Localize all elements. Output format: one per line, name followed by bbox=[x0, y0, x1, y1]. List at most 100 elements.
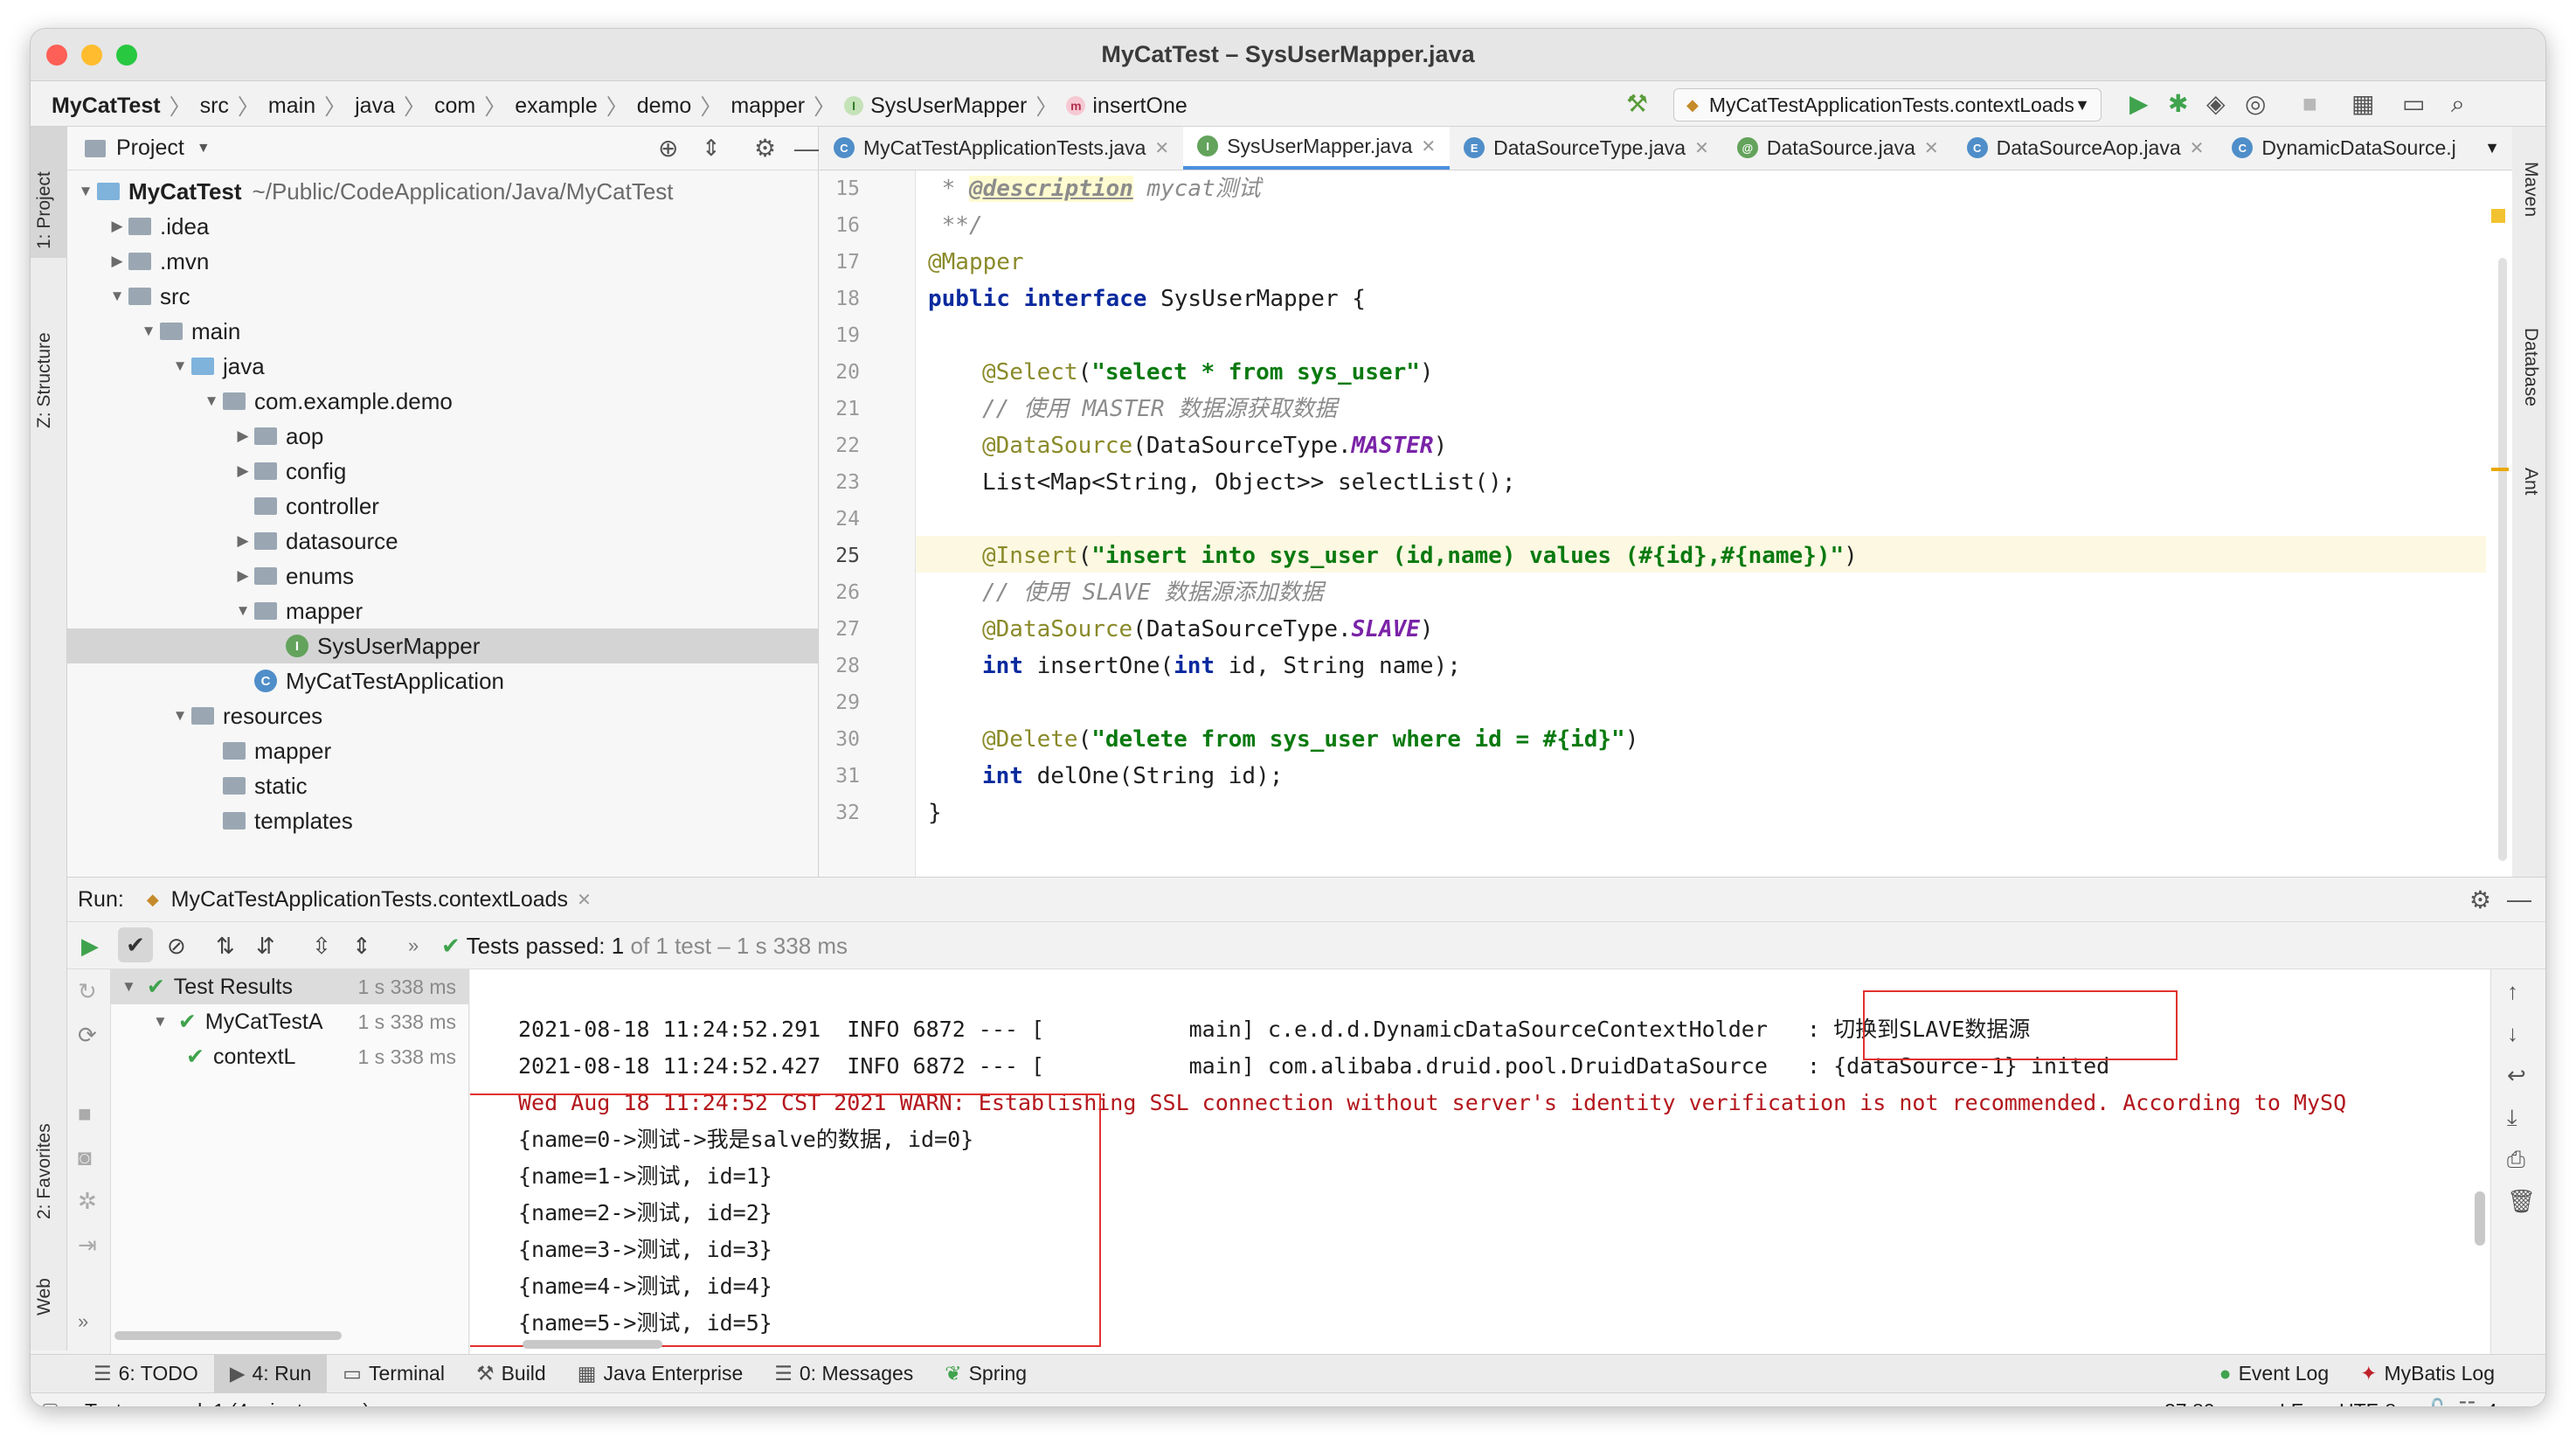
tool-tab-todo[interactable]: ☰ 6: TODO bbox=[78, 1355, 214, 1393]
close-icon[interactable]: ✕ bbox=[577, 889, 592, 911]
breadcrumb-item[interactable]: MyCatTest bbox=[52, 94, 161, 119]
exit-icon[interactable]: ⇥ bbox=[78, 1232, 97, 1259]
search-icon[interactable]: ⌕ bbox=[2451, 92, 2465, 116]
toggle-auto-test-icon[interactable]: ⟳ bbox=[78, 1022, 97, 1049]
close-icon[interactable]: ✕ bbox=[1924, 137, 1939, 159]
editor-tab-active[interactable]: I SysUserMapper.java ✕ bbox=[1183, 127, 1451, 170]
close-icon[interactable]: ✕ bbox=[1421, 135, 1436, 157]
tree-item[interactable]: ▼ src bbox=[67, 279, 818, 314]
tool-tab-web[interactable]: Web bbox=[34, 1278, 55, 1316]
tree-item[interactable]: mapper bbox=[67, 733, 818, 768]
rerun-failed-icon[interactable]: ↻ bbox=[78, 978, 97, 1005]
database-icon[interactable]: ☷ bbox=[2458, 1398, 2476, 1406]
print-icon[interactable]: ⎙ bbox=[2507, 1146, 2525, 1174]
breadcrumb-item[interactable]: main bbox=[268, 94, 315, 119]
coverage-icon[interactable]: ◈ bbox=[2206, 92, 2226, 116]
run-tab[interactable]: MyCatTestApplicationTests.contextLoads bbox=[171, 887, 568, 913]
tree-item[interactable]: static bbox=[67, 768, 818, 803]
tree-item[interactable]: ▼ main bbox=[67, 314, 818, 349]
code-area[interactable]: * @description mycat测试 **/ @Mapper publi… bbox=[916, 170, 2486, 877]
file-encoding[interactable]: UTF-8 bbox=[2339, 1399, 2396, 1406]
sort-duration-icon[interactable]: ⇵ bbox=[256, 933, 275, 960]
breadcrumb-item[interactable]: java bbox=[355, 94, 395, 119]
tool-tab-project[interactable]: 1: Project bbox=[34, 171, 55, 249]
editor-tab[interactable]: C DynamicDataSource.j bbox=[2218, 127, 2469, 170]
tool-tab-favorites[interactable]: 2: Favorites bbox=[34, 1123, 55, 1219]
tool-tab-structure[interactable]: Z: Structure bbox=[34, 332, 55, 428]
chevron-down-icon[interactable]: ▼ bbox=[197, 141, 211, 156]
tree-item[interactable]: ▶ .mvn bbox=[67, 244, 818, 279]
soft-wrap-icon[interactable]: ↩ bbox=[2507, 1062, 2526, 1089]
tool-tab-database[interactable]: Database bbox=[2520, 328, 2541, 406]
breadcrumb-item[interactable]: example bbox=[515, 94, 598, 119]
project-view-selector[interactable]: Project bbox=[116, 135, 184, 161]
down-arrow-icon[interactable]: ↓ bbox=[2507, 1020, 2518, 1047]
tool-tab-spring[interactable]: ❦ Spring bbox=[929, 1355, 1042, 1393]
rerun-icon[interactable]: ▶ bbox=[81, 933, 99, 960]
tool-tab-run[interactable]: ▶ 4: Run bbox=[213, 1354, 328, 1393]
close-icon[interactable]: ✕ bbox=[2190, 137, 2205, 159]
close-icon[interactable]: ✕ bbox=[1154, 137, 1169, 159]
locate-icon[interactable]: ⊕ bbox=[658, 134, 678, 163]
build-hammer-icon[interactable]: ⚒ bbox=[1626, 92, 1648, 116]
line-separator[interactable]: LF bbox=[2280, 1399, 2303, 1406]
tool-tab-maven[interactable]: Maven bbox=[2520, 162, 2541, 217]
breadcrumb-item[interactable]: m insertOne bbox=[1066, 94, 1188, 119]
lock-icon[interactable]: 🔓 bbox=[2425, 1398, 2450, 1406]
caret-position[interactable]: 37:80 bbox=[2164, 1399, 2215, 1406]
tree-item-root[interactable]: ▼ MyCatTest ~/Public/CodeApplication/Jav… bbox=[67, 174, 818, 209]
project-structure-icon[interactable]: ▦ bbox=[2351, 92, 2374, 116]
console-h-scrollbar[interactable] bbox=[523, 1340, 662, 1349]
tree-item[interactable]: controller bbox=[67, 489, 818, 524]
tree-item-selected[interactable]: I SysUserMapper bbox=[67, 628, 818, 663]
status-message[interactable]: Tests passed: 1 (4 minutes ago) bbox=[85, 1399, 370, 1406]
tree-item[interactable]: templates bbox=[67, 803, 818, 838]
test-class-item[interactable]: ▼ ✔ MyCatTestA 1 s 338 ms bbox=[111, 1004, 468, 1039]
tree-item[interactable]: ▶ datasource bbox=[67, 524, 818, 559]
test-method-item[interactable]: ✔ contextL 1 s 338 ms bbox=[111, 1039, 468, 1074]
editor-tab[interactable]: C DataSourceAop.java ✕ bbox=[1953, 127, 2219, 170]
tool-tab-event-log[interactable]: ● Event Log bbox=[2204, 1355, 2345, 1393]
editor-tab[interactable]: E DataSourceType.java ✕ bbox=[1450, 127, 1723, 170]
stop-icon[interactable]: ■ bbox=[2302, 92, 2317, 116]
tool-tab-mybatis-log[interactable]: ✦ MyBatis Log bbox=[2344, 1355, 2510, 1393]
breadcrumb-item[interactable]: com bbox=[434, 94, 475, 119]
run-icon[interactable]: ▶ bbox=[2129, 92, 2149, 116]
console-v-scrollbar[interactable] bbox=[2475, 1191, 2485, 1246]
tree-item[interactable]: ▶ config bbox=[67, 454, 818, 489]
tree-item[interactable]: C MyCatTestApplication bbox=[67, 663, 818, 698]
breadcrumb-item[interactable]: demo bbox=[637, 94, 692, 119]
results-scrollbar[interactable] bbox=[114, 1331, 342, 1340]
tree-item[interactable]: ▶ aop bbox=[67, 419, 818, 454]
collapse-all-icon[interactable]: ⇕ bbox=[702, 135, 721, 162]
tree-item[interactable]: ▼ java bbox=[67, 349, 818, 384]
console-output[interactable]: 2021-08-18 11:24:52.291 INFO 6872 --- [ … bbox=[470, 969, 2490, 1354]
hide-panel-icon[interactable]: — bbox=[2507, 885, 2531, 913]
tool-tab-messages[interactable]: ☰ 0: Messages bbox=[758, 1355, 929, 1393]
tool-tab-build[interactable]: ⚒ Build bbox=[460, 1355, 562, 1393]
debug-bug-icon[interactable]: ✱ bbox=[2168, 92, 2188, 116]
tree-item[interactable]: ▼ mapper bbox=[67, 594, 818, 628]
run-configuration-select[interactable]: ◆ MyCatTestApplicationTests.contextLoads… bbox=[1673, 88, 2102, 121]
close-icon[interactable]: ✕ bbox=[1694, 137, 1709, 159]
breadcrumb-item[interactable]: src bbox=[200, 94, 229, 119]
hide-panel-icon[interactable]: — bbox=[794, 135, 819, 163]
camera-icon[interactable]: ◙ bbox=[78, 1144, 92, 1171]
tree-item[interactable]: ▶ .idea bbox=[67, 209, 818, 244]
trash-icon[interactable]: 🗑 bbox=[2507, 1188, 2536, 1215]
more-icon[interactable]: » bbox=[408, 934, 419, 957]
sort-alpha-icon[interactable]: ⇅ bbox=[216, 933, 235, 960]
gear-icon[interactable]: ⚙ bbox=[754, 134, 776, 163]
gear-icon[interactable]: ⚙ bbox=[2469, 885, 2491, 914]
tool-tab-terminal[interactable]: ▭ Terminal bbox=[327, 1355, 460, 1393]
presentation-icon[interactable]: ▭ bbox=[2402, 92, 2425, 116]
tool-tab-java-enterprise[interactable]: ▦ Java Enterprise bbox=[562, 1355, 759, 1393]
editor-tab[interactable]: @ DataSource.java ✕ bbox=[1723, 127, 1953, 170]
show-ignored-icon[interactable]: ⊘ bbox=[167, 933, 186, 960]
tree-item[interactable]: ▶ enums bbox=[67, 559, 818, 594]
profiler-icon[interactable]: ◎ bbox=[2245, 92, 2266, 116]
warning-marker[interactable] bbox=[2491, 468, 2509, 471]
editor-tab[interactable]: C MyCatTestApplicationTests.java ✕ bbox=[820, 127, 1183, 170]
breadcrumb-item[interactable]: mapper bbox=[731, 94, 805, 119]
tree-item[interactable]: ▼ resources bbox=[67, 698, 818, 733]
